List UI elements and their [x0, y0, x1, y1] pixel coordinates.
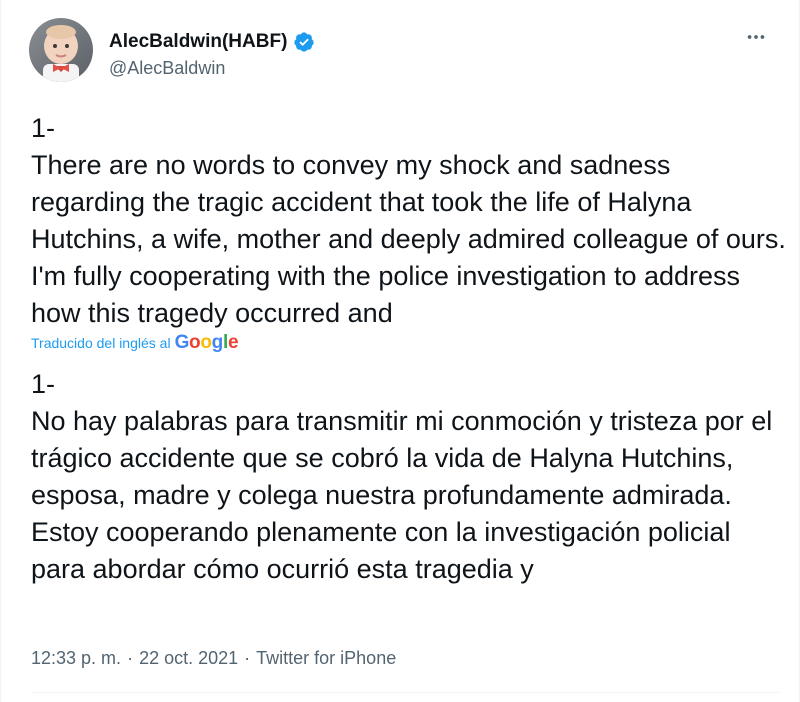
tweet-meta: 12:33 p. m. · 22 oct. 2021 · Twitter for… — [31, 648, 396, 669]
display-name-row: AlecBaldwin(HABF) — [109, 30, 315, 54]
author-handle[interactable]: @AlecBaldwin — [109, 58, 315, 79]
avatar[interactable] — [29, 18, 93, 82]
google-logo: Google — [174, 332, 239, 353]
tweet-card: AlecBaldwin(HABF) @AlecBaldwin 1- There … — [0, 0, 800, 702]
tweet-header: AlecBaldwin(HABF) @AlecBaldwin — [29, 18, 779, 88]
verified-badge-icon — [293, 31, 315, 53]
avatar-photo — [29, 18, 93, 82]
divider — [31, 692, 779, 693]
more-horizontal-icon[interactable] — [741, 22, 771, 52]
translated-by-label: Traducido del inglés al — [31, 335, 171, 351]
author-block: AlecBaldwin(HABF) @AlecBaldwin — [109, 30, 315, 79]
translated-by-google-link[interactable]: Traducido del inglés al Google — [31, 330, 239, 356]
tweet-time[interactable]: 12:33 p. m. — [31, 648, 121, 669]
meta-separator: · — [244, 648, 251, 668]
tweet-date[interactable]: 22 oct. 2021 — [139, 648, 238, 669]
tweet-translated-text: 1- No hay palabras para transmitir mi co… — [31, 369, 773, 584]
author-display-name[interactable]: AlecBaldwin(HABF) — [109, 31, 287, 53]
meta-separator: · — [127, 648, 134, 668]
tweet-original-text: 1- There are no words to convey my shock… — [31, 113, 786, 328]
tweet-source[interactable]: Twitter for iPhone — [256, 648, 396, 669]
